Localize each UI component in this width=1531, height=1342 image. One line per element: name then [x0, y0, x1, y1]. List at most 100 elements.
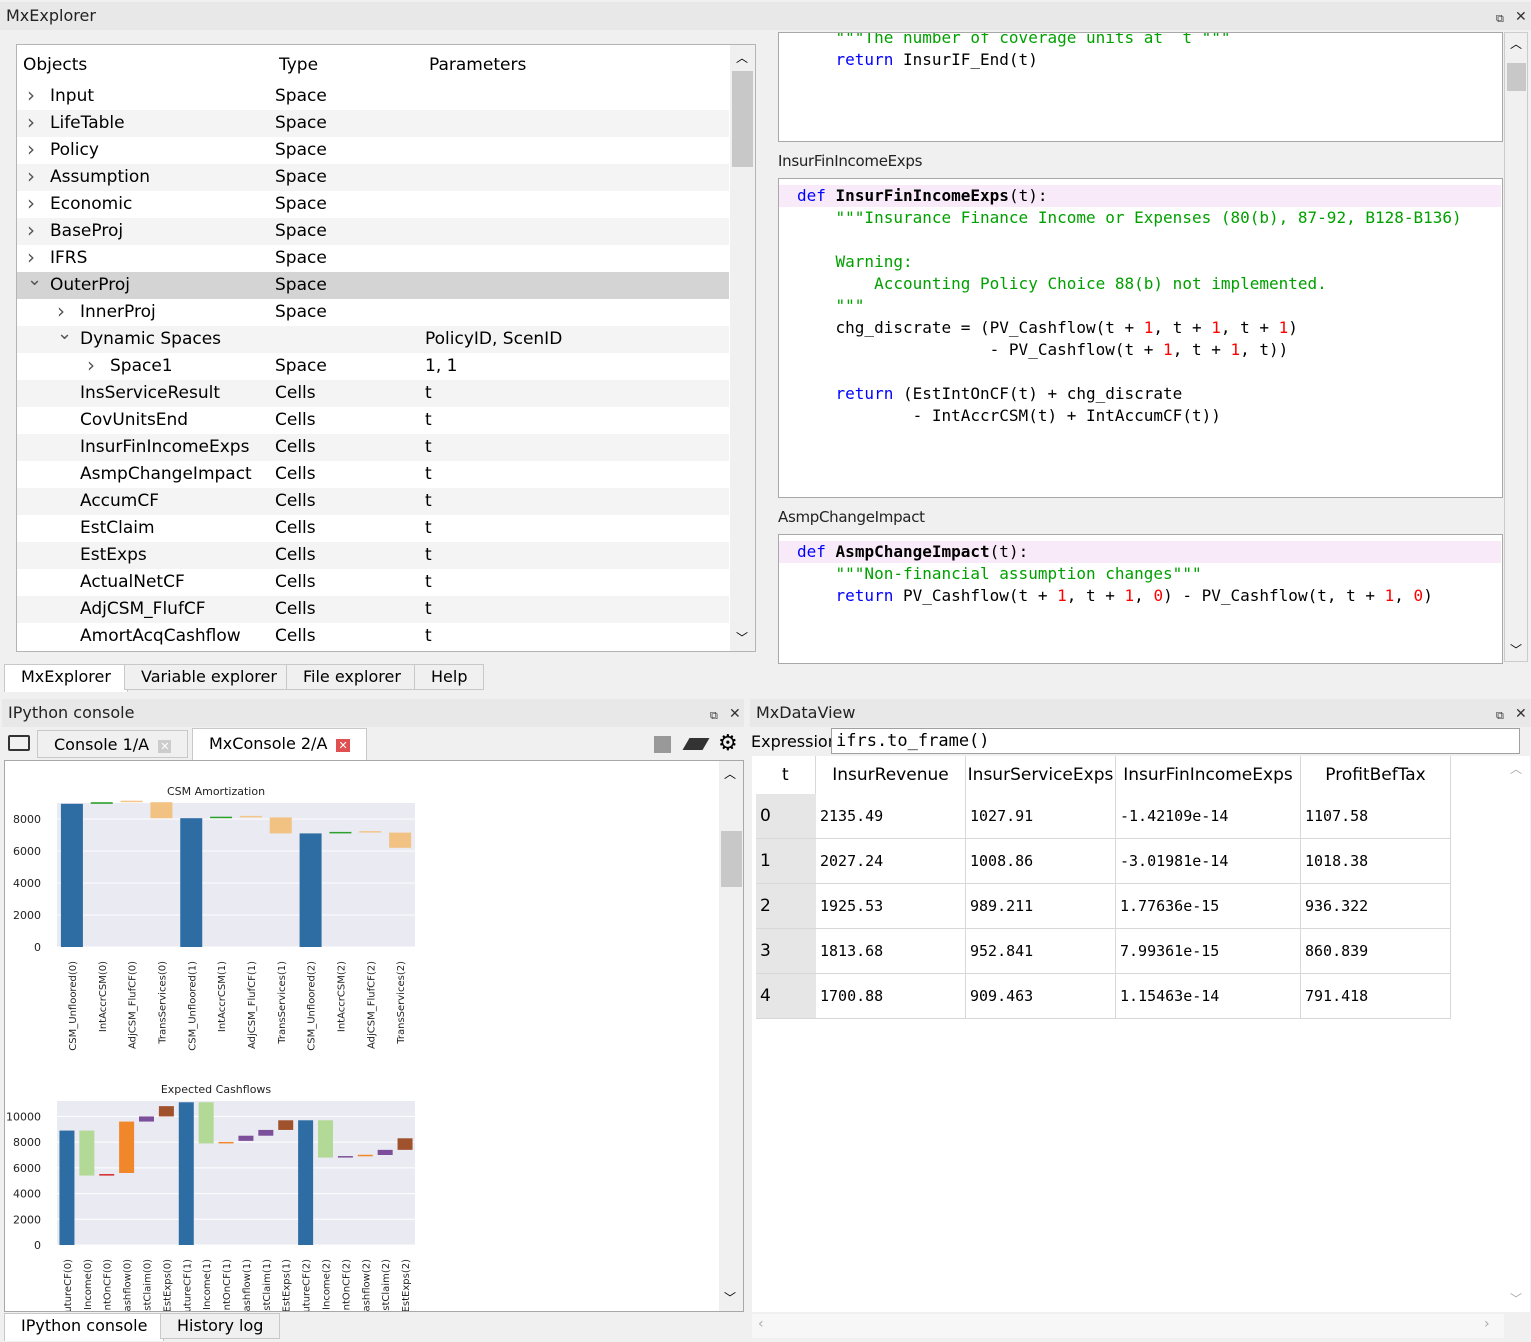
row-index[interactable]: 3	[756, 929, 816, 974]
console-output[interactable]: CSM Amortization 0 2000 4000 6000 8000 CSM_Unf…	[4, 760, 744, 1312]
tree-row[interactable]: › Assumption Space	[17, 164, 729, 191]
table-cell[interactable]: 2027.24	[816, 839, 966, 884]
table-cell[interactable]: 989.211	[966, 884, 1116, 929]
close-icon[interactable]: ✕	[1515, 6, 1527, 28]
table-cell[interactable]: -1.42109e-14	[1116, 794, 1301, 839]
table-cell[interactable]: 791.418	[1301, 974, 1451, 1019]
tab-variable-explorer[interactable]: Variable explorer	[124, 664, 294, 690]
table-cell[interactable]: 1008.86	[966, 839, 1116, 884]
header-objects[interactable]: Objects	[23, 55, 87, 75]
row-index[interactable]: 0	[756, 794, 816, 839]
table-cell[interactable]: 1925.53	[816, 884, 966, 929]
column-header[interactable]: InsurFinIncomeExps	[1116, 756, 1301, 794]
tree-row[interactable]: ⌄ OuterProj Space	[17, 269, 729, 299]
dataview-vscroll[interactable]: ︿ ﹀	[1505, 756, 1529, 1312]
table-cell[interactable]: -3.01981e-14	[1116, 839, 1301, 884]
tree-row[interactable]: InsServiceResult Cells t	[17, 380, 729, 407]
console-scroll-down-icon[interactable]: ﹀	[724, 1289, 736, 1306]
tree-row[interactable]: EstExps Cells t	[17, 542, 729, 569]
column-header[interactable]: t	[756, 756, 816, 794]
code-scroll-up-icon[interactable]: ︿	[1510, 35, 1522, 52]
expand-down-icon[interactable]: ⌄	[57, 320, 72, 347]
undock-icon[interactable]: ⧉	[1496, 8, 1504, 30]
code-editor-asmp[interactable]: def AsmpChangeImpact(t): """Non-financia…	[778, 534, 1503, 664]
console-scroll-thumb[interactable]	[721, 831, 742, 887]
tree-scrollbar[interactable]: ︿ ﹀	[730, 45, 755, 651]
expand-right-icon[interactable]: ›	[27, 190, 35, 217]
expand-right-icon[interactable]: ›	[87, 352, 95, 379]
tab-ipython-console[interactable]: IPython console	[4, 1313, 165, 1341]
table-cell[interactable]: 7.99361e-15	[1116, 929, 1301, 974]
expand-right-icon[interactable]: ›	[27, 136, 35, 163]
ipython-close-icon[interactable]: ✕	[729, 703, 741, 725]
dataview-scroll-down-icon[interactable]: ﹀	[1510, 1290, 1522, 1307]
dataview-undock-icon[interactable]: ⧉	[1496, 705, 1504, 727]
column-header[interactable]: ProfitBefTax	[1301, 756, 1451, 794]
dataview-hscroll[interactable]: ‹ ›	[752, 1314, 1504, 1338]
table-cell[interactable]: 952.841	[966, 929, 1116, 974]
tree-row[interactable]: › LifeTable Space	[17, 110, 729, 137]
tree-row[interactable]: › IFRS Space	[17, 245, 729, 272]
object-tree[interactable]: Objects Type Parameters › Input Space › Life…	[16, 44, 756, 652]
tree-row[interactable]: › BaseProj Space	[17, 218, 729, 245]
code-scroll-down-icon[interactable]: ﹀	[1510, 641, 1522, 658]
expand-right-icon[interactable]: ›	[27, 217, 35, 244]
scroll-down-icon[interactable]: ﹀	[736, 629, 748, 646]
stop-icon[interactable]	[654, 736, 671, 753]
tree-row[interactable]: ActualNetCF Cells t	[17, 569, 729, 596]
table-cell[interactable]: 860.839	[1301, 929, 1451, 974]
tree-row[interactable]: EstClaim Cells t	[17, 515, 729, 542]
dataview-close-icon[interactable]: ✕	[1515, 703, 1527, 725]
tree-row[interactable]: › Space1 Space 1, 1	[17, 353, 729, 380]
mxconsole2-close-icon[interactable]: ✕	[336, 739, 350, 752]
table-cell[interactable]: 2135.49	[816, 794, 966, 839]
header-parameters[interactable]: Parameters	[429, 55, 526, 75]
code-scroll-thumb[interactable]	[1507, 63, 1526, 91]
console-scroll-up-icon[interactable]: ︿	[724, 765, 736, 782]
tree-row[interactable]: › Economic Space	[17, 191, 729, 218]
table-cell[interactable]: 1027.91	[966, 794, 1116, 839]
expression-input[interactable]: ifrs.to_frame()	[831, 728, 1520, 754]
ipython-undock-icon[interactable]: ⧉	[710, 705, 718, 727]
expand-right-icon[interactable]: ›	[27, 109, 35, 136]
eraser-icon[interactable]	[682, 738, 710, 750]
code-scrollbar[interactable]: ︿ ﹀	[1504, 32, 1528, 662]
tree-row[interactable]: › InnerProj Space	[17, 299, 729, 326]
expand-right-icon[interactable]: ›	[27, 82, 35, 109]
dataview-scroll-left-icon[interactable]: ‹	[758, 1316, 764, 1332]
expand-down-icon[interactable]: ⌄	[27, 266, 42, 293]
tree-row[interactable]: › Policy Space	[17, 137, 729, 164]
folder-icon[interactable]	[8, 735, 30, 751]
tree-row[interactable]: AsmpChangeImpact Cells t	[17, 461, 729, 488]
gear-icon[interactable]: ⚙	[718, 731, 738, 756]
tab-help[interactable]: Help	[414, 664, 485, 690]
header-type[interactable]: Type	[279, 55, 318, 75]
column-header[interactable]: InsurRevenue	[816, 756, 966, 794]
table-cell[interactable]: 1700.88	[816, 974, 966, 1019]
table-cell[interactable]: 1107.58	[1301, 794, 1451, 839]
tree-row[interactable]: CovUnitsEnd Cells t	[17, 407, 729, 434]
table-cell[interactable]: 1.77636e-15	[1116, 884, 1301, 929]
row-index[interactable]: 4	[756, 974, 816, 1019]
tree-row[interactable]: AmortAcqCashflow Cells t	[17, 623, 729, 650]
code-editor-top[interactable]: """The number of coverage units at t """…	[778, 32, 1503, 142]
dataview-scroll-up-icon[interactable]: ︿	[1510, 760, 1522, 777]
row-index[interactable]: 2	[756, 884, 816, 929]
tree-row[interactable]: ⌄ Dynamic Spaces PolicyID, ScenID	[17, 323, 729, 353]
console1-close-icon[interactable]: ✕	[158, 740, 172, 753]
table-cell[interactable]: 1813.68	[816, 929, 966, 974]
tab-mxexplorer[interactable]: MxExplorer	[4, 664, 128, 692]
expand-right-icon[interactable]: ›	[27, 163, 35, 190]
dataview-scroll-right-icon[interactable]: ›	[1484, 1316, 1490, 1332]
tree-row[interactable]: InsurFinIncomeExps Cells t	[17, 434, 729, 461]
tree-row[interactable]: AdjCSM_FlufCF Cells t	[17, 596, 729, 623]
table-cell[interactable]: 1.15463e-14	[1116, 974, 1301, 1019]
table-cell[interactable]: 936.322	[1301, 884, 1451, 929]
tab-console1[interactable]: Console 1/A ✕	[37, 730, 189, 758]
column-header[interactable]: InsurServiceExps	[966, 756, 1116, 794]
tab-history-log[interactable]: History log	[160, 1313, 281, 1339]
tab-file-explorer[interactable]: File explorer	[286, 664, 418, 690]
tree-row[interactable]: › Input Space	[17, 83, 729, 110]
row-index[interactable]: 1	[756, 839, 816, 884]
tree-scroll-thumb[interactable]	[732, 71, 753, 167]
